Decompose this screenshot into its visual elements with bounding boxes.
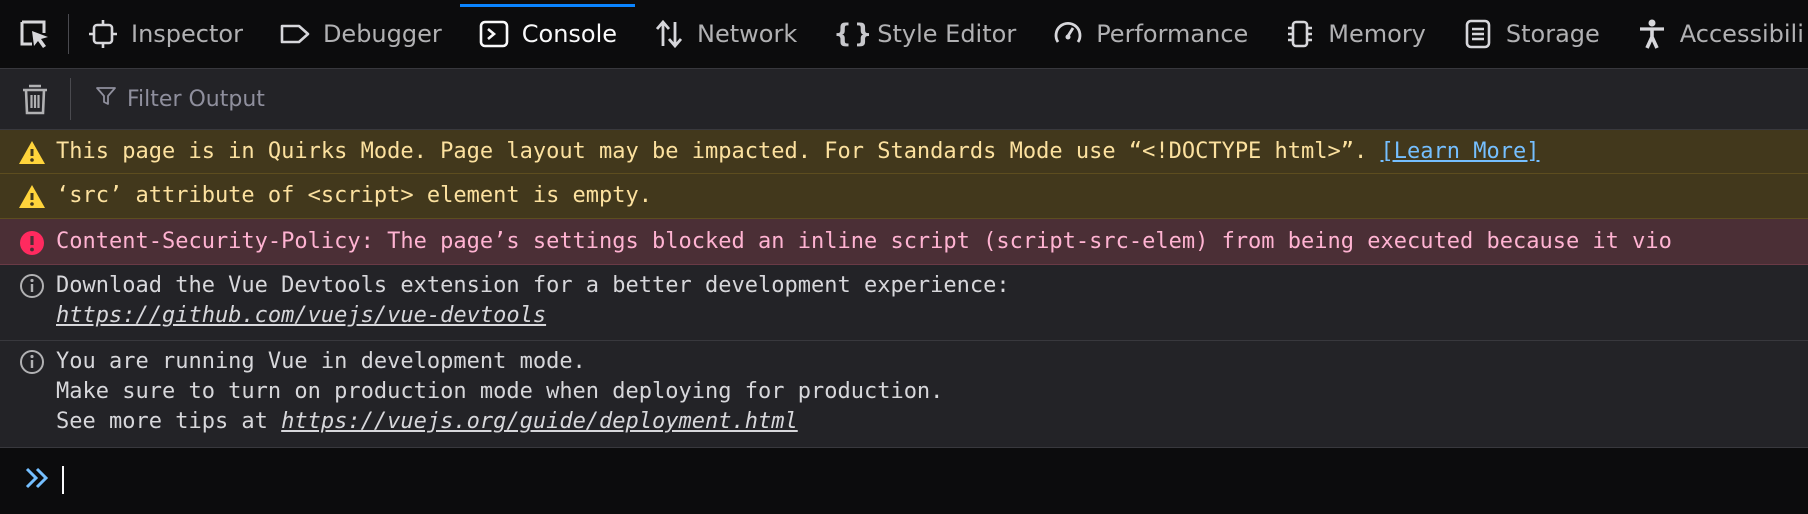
learn-more-link[interactable]: [Learn More] [1381,139,1540,164]
tab-label: Style Editor [877,20,1017,48]
tab-console[interactable]: Console [459,0,636,68]
vue-devtools-link[interactable]: https://github.com/vuejs/vue-devtools [56,303,546,328]
tab-label: Accessibili [1679,20,1804,48]
warning-icon [18,139,46,167]
tab-accessibility[interactable]: Accessibili [1618,0,1808,68]
filter-output-field[interactable] [95,77,1808,121]
tab-style-editor[interactable]: {} Style Editor [815,0,1034,68]
tab-storage[interactable]: Storage [1444,0,1618,68]
message-text: Make sure to turn on production mode whe… [56,379,944,404]
double-chevron-icon [22,463,52,497]
message-text: See more tips at [56,409,282,434]
memory-icon [1284,18,1316,50]
performance-icon [1052,18,1084,50]
tab-debugger[interactable]: Debugger [261,0,460,68]
tab-label: Debugger [322,20,442,48]
tab-label: Storage [1505,20,1600,48]
storage-icon [1462,18,1494,50]
console-message-warning: This page is in Quirks Mode. Page layout… [0,130,1808,174]
style-editor-icon: {} [833,19,875,49]
info-icon [18,272,46,300]
console-message-info: You are running Vue in development mode.… [0,341,1808,448]
console-icon [478,18,510,50]
message-text: You are running Vue in development mode. [56,349,586,374]
console-message-warning: ‘src’ attribute of <script> element is e… [0,174,1808,219]
tab-inspector[interactable]: Inspector [69,0,261,68]
text-caret [62,466,64,494]
tab-label: Performance [1096,20,1249,48]
message-text: Download the Vue Devtools extension for … [56,273,1010,298]
filter-icon [95,85,117,113]
tab-label: Network [697,20,798,48]
tab-label: Memory [1328,20,1426,48]
console-message-info: Download the Vue Devtools extension for … [0,265,1808,341]
console-input-row[interactable] [0,448,1808,512]
warning-icon [18,183,46,211]
tab-network[interactable]: Network [635,0,815,68]
message-text: ‘src’ attribute of <script> element is e… [56,183,653,208]
message-text: Content-Security-Policy: The page’s sett… [56,229,1672,254]
tab-label: Inspector [131,20,243,48]
tab-label: Console [521,20,618,48]
inspector-icon [87,18,119,50]
filterbar-separator [70,78,71,120]
info-icon [18,348,46,376]
tab-performance[interactable]: Performance [1034,0,1266,68]
debugger-icon [279,18,311,50]
error-icon [18,229,46,257]
trash-icon[interactable] [0,69,70,129]
console-filter-bar [0,69,1808,130]
element-picker-icon[interactable] [0,0,68,68]
console-message-error: Content-Security-Policy: The page’s sett… [0,219,1808,265]
tab-memory[interactable]: Memory [1266,0,1444,68]
network-icon [653,18,685,50]
console-output: This page is in Quirks Mode. Page layout… [0,130,1808,448]
message-text: This page is in Quirks Mode. Page layout… [56,139,1368,164]
accessibility-icon [1636,18,1668,50]
devtools-toolbar: Inspector Debugger Console Network {} St… [0,0,1808,69]
vue-deployment-link[interactable]: https://vuejs.org/guide/deployment.html [281,409,798,434]
filter-output-input[interactable] [125,85,729,113]
